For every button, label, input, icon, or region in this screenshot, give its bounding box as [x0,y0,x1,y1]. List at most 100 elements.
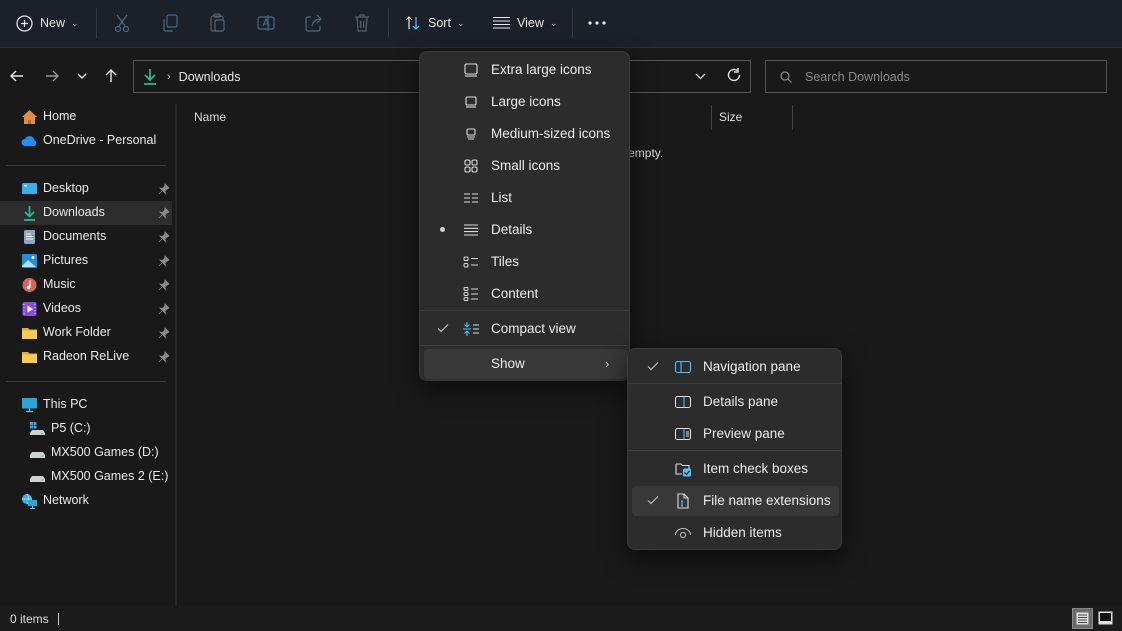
chevron-down-icon: ⌄ [71,17,79,28]
menu-item-details[interactable]: Details [424,215,627,245]
drive-icon [30,452,45,458]
pin-icon[interactable] [158,303,170,315]
menu-item-tiles[interactable]: Tiles [424,247,627,277]
music-icon [22,278,37,292]
sidebar-item-home[interactable]: Home [0,105,172,129]
back-button[interactable] [7,66,27,86]
view-button[interactable]: View ⌄ [493,8,557,38]
up-button[interactable] [101,66,121,86]
copy-button[interactable] [159,12,181,34]
pin-icon[interactable] [158,279,170,291]
menu-item-file-name-extensions[interactable]: File name extensions [632,486,839,516]
plus-circle-icon [16,14,33,32]
menu-item-navigation-pane[interactable]: Navigation pane [632,352,839,382]
medium-icons-icon [466,128,476,140]
more-options-button[interactable] [588,8,606,38]
large-icons-view-icon [1098,611,1112,625]
chevron-right-icon: › [605,356,610,371]
eye-icon [674,528,692,539]
menu-item-list[interactable]: List [424,183,627,213]
menu-label: Details [491,222,533,237]
sidebar-item-videos[interactable]: Videos [0,297,172,321]
sidebar-label: Music [43,277,76,291]
menu-label: Large icons [491,94,561,109]
menu-item-item-check-boxes[interactable]: Item check boxes [632,454,839,484]
sidebar-item-work-folder[interactable]: Work Folder [0,321,172,345]
menu-item-show[interactable]: Show › [424,349,627,379]
refresh-button[interactable] [726,67,742,86]
sidebar-item-drive-d[interactable]: MX500 Games (D:) [0,441,172,465]
pin-icon[interactable] [158,231,170,243]
sidebar-divider [6,381,166,382]
status-divider [58,613,59,625]
sidebar-item-drive-e[interactable]: MX500 Games 2 (E:) [0,465,172,489]
sidebar-item-pictures[interactable]: Pictures [0,249,172,273]
sidebar-item-downloads[interactable]: Downloads [0,201,172,225]
rename-icon [257,15,275,31]
search-box[interactable] [765,60,1107,93]
sidebar-item-this-pc[interactable]: This PC [0,393,172,417]
delete-button[interactable] [351,12,373,34]
sidebar-item-radeon-relive[interactable]: Radeon ReLive [0,345,172,369]
navigation-pane: Home OneDrive - Personal Desktop Downloa… [0,100,174,605]
preview-pane-icon [674,427,692,441]
breadcrumb-downloads[interactable]: Downloads [179,70,241,84]
sidebar-label: Downloads [43,205,105,219]
rename-button[interactable] [255,12,277,34]
menu-label: List [491,190,513,205]
checkmark-icon [437,324,449,333]
forward-button[interactable] [42,66,62,86]
menu-item-preview-pane[interactable]: Preview pane [632,419,839,449]
details-view-icon [1076,612,1089,625]
column-divider[interactable] [792,105,793,130]
arrow-left-icon [10,70,23,82]
sidebar-label: Documents [43,229,107,243]
desktop-icon [22,183,37,194]
search-input[interactable] [805,69,1085,84]
pane-splitter[interactable] [175,104,177,606]
column-header-size[interactable]: Size [719,110,742,124]
extra-large-icons-icon [464,63,478,77]
menu-item-small-icons[interactable]: Small icons [424,151,627,181]
new-button[interactable]: New ⌄ [16,8,79,38]
paste-button[interactable] [207,12,229,34]
address-history-button[interactable] [695,69,706,83]
sort-button[interactable]: Sort ⌄ [405,8,464,38]
menu-label: Hidden items [703,525,782,540]
menu-item-large-icons[interactable]: Large icons [424,87,627,117]
sort-label: Sort [428,16,451,30]
column-header-name[interactable]: Name [194,110,226,124]
new-label: New [40,16,66,30]
more-icon [588,21,606,25]
pin-icon[interactable] [158,207,170,219]
menu-item-medium-icons[interactable]: Medium-sized icons [424,119,627,149]
arrow-up-icon [105,69,117,82]
menu-item-details-pane[interactable]: Details pane [632,387,839,417]
menu-item-extra-large-icons[interactable]: Extra large icons [424,55,627,85]
sidebar-item-onedrive[interactable]: OneDrive - Personal [0,129,172,153]
details-view-button[interactable] [1072,608,1093,629]
menu-divider [628,383,841,384]
menu-item-compact-view[interactable]: Compact view [424,314,627,344]
sidebar-item-drive-c[interactable]: P5 (C:) [0,417,172,441]
sidebar-item-network[interactable]: Network [0,489,172,513]
sidebar-item-desktop[interactable]: Desktop [0,177,172,201]
menu-item-hidden-items[interactable]: Hidden items [632,518,839,548]
recent-locations-button[interactable] [72,66,92,86]
pin-icon[interactable] [158,351,170,363]
pin-icon[interactable] [158,327,170,339]
toolbar-divider [388,8,389,38]
pin-icon[interactable] [158,255,170,267]
pin-icon[interactable] [158,183,170,195]
sidebar-item-music[interactable]: Music [0,273,172,297]
item-count: 0 items [10,612,49,626]
home-icon [22,110,37,124]
large-icons-view-button[interactable] [1096,609,1114,627]
sidebar-label: P5 (C:) [51,421,91,435]
menu-item-content[interactable]: Content [424,279,627,309]
column-divider[interactable] [711,105,712,130]
share-button[interactable] [303,12,325,34]
menu-label: Show [491,356,525,371]
sidebar-item-documents[interactable]: Documents [0,225,172,249]
cut-button[interactable] [111,12,133,34]
